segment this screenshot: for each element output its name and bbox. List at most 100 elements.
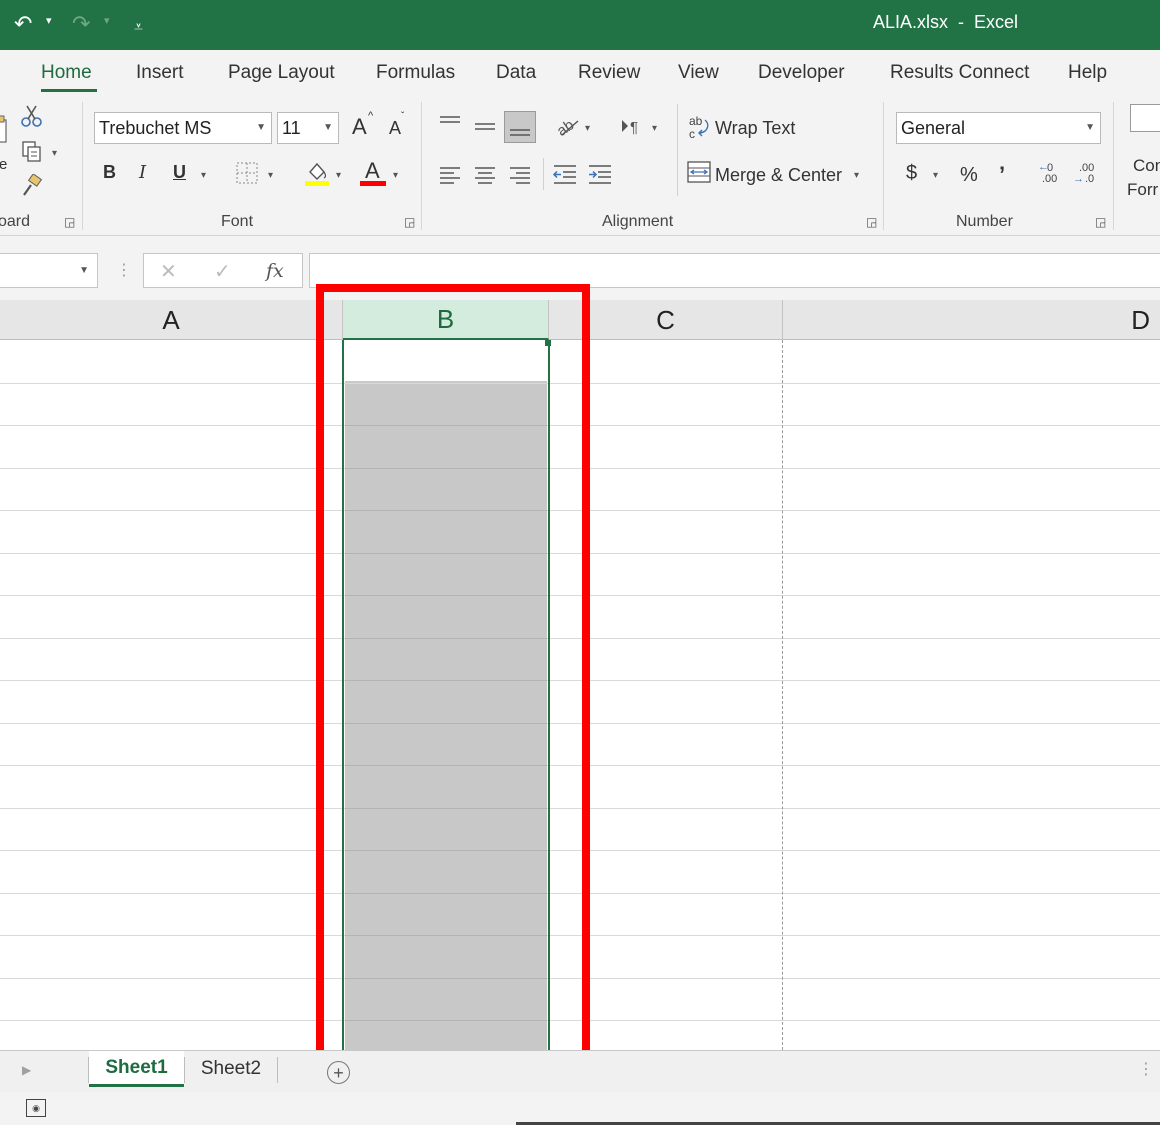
tab-formulas[interactable]: Formulas [376,62,455,84]
insert-function-icon[interactable]: fx [266,260,284,282]
tab-page-layout[interactable]: Page Layout [228,62,335,84]
decrease-indent-icon[interactable] [552,162,578,186]
redo-dropdown-icon[interactable]: ▾ [104,14,110,27]
name-box[interactable]: ▼ [0,253,98,288]
customize-quick-access-icon[interactable]: ⩡ [134,14,143,42]
column-header-a[interactable]: A [0,300,343,340]
conditional-formatting-icon[interactable] [1130,104,1160,132]
number-group-label: Number [956,213,1013,230]
conditional-formatting-label-line2[interactable]: Forr [1127,180,1158,200]
tab-view[interactable]: View [678,62,719,84]
svg-text:ab: ab [554,116,577,138]
wrap-text-icon[interactable]: ab c [688,114,710,140]
chevron-down-icon[interactable]: ▼ [323,122,333,133]
underline-dropdown-icon[interactable]: ▾ [201,170,206,181]
svg-text:ab: ab [689,114,703,128]
orientation-dropdown-icon[interactable]: ▾ [585,123,590,134]
cut-icon[interactable] [20,104,44,128]
tab-home[interactable]: Home [41,62,92,84]
copy-icon[interactable] [20,140,44,164]
chevron-down-icon[interactable]: ▼ [79,265,89,276]
group-divider [1113,102,1114,230]
font-size-value: 11 [282,118,301,138]
svg-text:c: c [689,127,695,140]
column-header-d[interactable]: D [783,300,1160,340]
orientation-icon[interactable]: ab [554,114,580,138]
clipboard-dialog-launcher-icon[interactable]: ◲ [64,215,75,229]
underline-button[interactable]: U [173,162,186,183]
number-format-value: General [901,118,966,138]
fill-color-dropdown-icon[interactable]: ▾ [336,170,341,181]
formula-bar-resize-handle[interactable]: ⋮ [116,260,132,280]
fill-color-icon[interactable] [304,160,330,188]
top-align-icon[interactable] [438,114,462,134]
font-dialog-launcher-icon[interactable]: ◲ [404,215,415,229]
currency-button[interactable]: $ [906,162,917,185]
accessibility-icon[interactable]: ◉ [26,1099,46,1117]
window-title: ALIA.xlsx - Excel [873,12,1019,32]
merge-dropdown-icon[interactable]: ▾ [854,170,859,181]
copy-dropdown-icon[interactable]: ▾ [52,148,57,159]
align-center-icon[interactable] [473,164,497,186]
text-direction-icon[interactable]: ¶ [620,116,644,136]
align-right-icon[interactable] [508,164,532,186]
format-painter-icon[interactable] [20,174,44,198]
cancel-icon[interactable]: ✕ [160,259,177,284]
decrease-decimal-button[interactable]: .00 → .0 [1073,162,1099,186]
plus-icon: + [333,1062,344,1083]
comma-style-button[interactable]: ’ [999,162,1005,188]
merge-center-icon[interactable] [687,161,711,183]
merge-center-button[interactable]: Merge & Center [715,165,842,186]
sheet-tab-sheet1[interactable]: Sheet1 [89,1051,184,1087]
increase-decimal-button[interactable]: ← 0 .00 [1038,161,1064,186]
chevron-down-icon[interactable]: ▼ [256,122,266,133]
add-sheet-button[interactable]: + [327,1061,350,1084]
group-divider [421,102,422,230]
redo-icon[interactable]: ↷ [72,10,90,38]
decrease-font-size-button[interactable]: A [389,118,401,139]
paste-label-partial[interactable]: e [0,156,7,173]
alignment-dialog-launcher-icon[interactable]: ◲ [866,215,877,229]
borders-icon[interactable] [236,162,258,184]
highlight-box [316,284,590,1066]
italic-button[interactable]: I [139,162,146,183]
tab-data[interactable]: Data [496,62,536,84]
chevron-down-icon[interactable]: ▼ [1085,122,1095,133]
enter-icon[interactable]: ✓ [214,259,231,284]
tab-insert[interactable]: Insert [136,62,184,84]
increase-font-size-button[interactable]: A [352,114,367,140]
undo-icon[interactable]: ↶ [14,10,32,38]
wrap-text-button[interactable]: Wrap Text [715,118,795,139]
undo-dropdown-icon[interactable]: ▾ [46,14,52,27]
middle-align-icon[interactable] [473,118,497,138]
increase-decimal-label: .00 [1042,173,1058,185]
clipboard-group-label: oard [0,213,31,230]
increase-indent-icon[interactable] [587,162,613,186]
font-size-combo[interactable]: 11 ▼ [277,112,339,144]
tab-help[interactable]: Help [1068,62,1107,84]
number-format-combo[interactable]: General ▼ [896,112,1101,144]
borders-dropdown-icon[interactable]: ▾ [268,170,273,181]
divider [677,104,678,196]
align-left-icon[interactable] [438,164,462,186]
tab-developer[interactable]: Developer [758,62,845,84]
bold-button[interactable]: B [103,162,116,183]
alignment-group-label: Alignment [602,213,674,230]
sheet-tab-sheet2[interactable]: Sheet2 [185,1051,277,1087]
currency-dropdown-icon[interactable]: ▾ [933,170,938,181]
percent-button[interactable]: % [960,164,978,187]
number-dialog-launcher-icon[interactable]: ◲ [1095,215,1106,229]
text-direction-dropdown-icon[interactable]: ▾ [652,123,657,134]
font-color-dropdown-icon[interactable]: ▾ [393,170,398,181]
sheet-nav-arrow-icon[interactable]: ▶ [22,1063,31,1077]
conditional-formatting-label[interactable]: Con [1133,156,1160,176]
font-name-combo[interactable]: Trebuchet MS ▼ [94,112,272,144]
tab-scroll-handle[interactable]: ⋮ [1138,1059,1154,1079]
tab-review[interactable]: Review [578,62,640,84]
bottom-align-button[interactable] [504,111,536,143]
paste-icon[interactable] [0,114,8,144]
font-color-button[interactable]: A [360,158,386,188]
formula-input[interactable] [309,253,1160,288]
arrow-right-icon: → [1073,173,1084,185]
tab-results-connect[interactable]: Results Connect [890,62,1029,84]
